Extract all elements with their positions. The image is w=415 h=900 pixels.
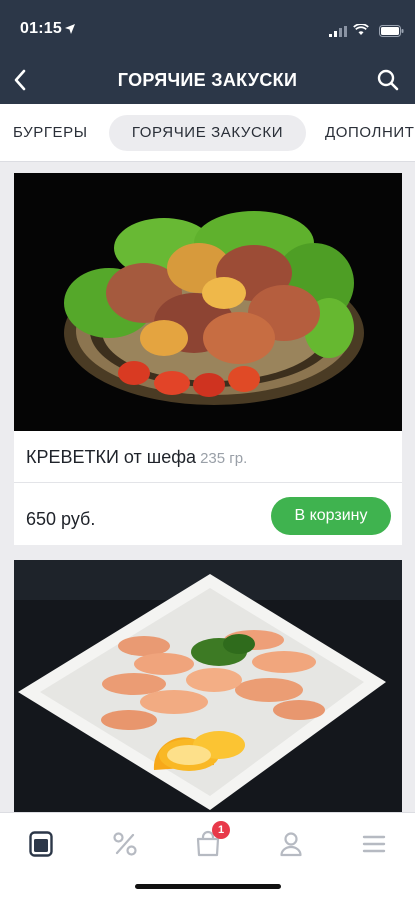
bacon-wrapped-shrimp-photo[interactable] <box>14 173 402 431</box>
profile-icon <box>280 832 302 857</box>
cart-count-badge: 1 <box>212 821 230 839</box>
tab-hot-appetizers[interactable]: ГОРЯЧИЕ ЗАКУСКИ <box>109 115 306 151</box>
status-bar: 01:15 <box>0 0 415 56</box>
percent-icon <box>113 832 137 856</box>
product-name-row: КРЕВЕТКИ от шефа 235 гр. <box>14 431 402 483</box>
search-button[interactable] <box>374 66 402 94</box>
product-card: КРЕВЕТКИ от шефа 235 гр. 650 руб. В корзи… <box>14 173 402 545</box>
category-tabs: БУРГЕРЫ ГОРЯЧИЕ ЗАКУСКИ ДОПОЛНИТ <box>0 104 415 162</box>
product-price: 650 руб. <box>26 509 96 529</box>
home-indicator <box>135 884 281 889</box>
search-icon <box>377 69 399 91</box>
product-title: КРЕВЕТКИ от шефа <box>26 447 197 467</box>
product-weight: 235 гр. <box>200 450 248 467</box>
nav-menu[interactable] <box>24 827 58 861</box>
battery-icon <box>379 24 404 42</box>
boiled-shrimp-plate-photo[interactable] <box>14 560 402 820</box>
product-name: КРЕВЕТКИ от шефа 235 гр. <box>26 447 247 468</box>
nav-cart[interactable]: 1 <box>191 821 230 861</box>
location-arrow-icon <box>64 22 76 40</box>
add-to-cart-button[interactable]: В корзину <box>271 497 391 535</box>
product-card <box>14 560 402 820</box>
app-header: ГОРЯЧИЕ ЗАКУСКИ <box>0 56 415 104</box>
menu-book-icon <box>29 831 53 857</box>
wifi-icon <box>353 23 369 41</box>
nav-promotions[interactable] <box>108 827 142 861</box>
hamburger-icon <box>362 835 386 853</box>
status-time: 01:15 <box>20 20 62 37</box>
tab-extras[interactable]: ДОПОЛНИТ <box>325 115 415 151</box>
nav-more[interactable] <box>357 827 391 861</box>
nav-profile[interactable] <box>274 827 308 861</box>
page-title: ГОРЯЧИЕ ЗАКУСКИ <box>117 70 298 90</box>
cellular-signal-icon <box>329 24 347 42</box>
tab-burgers[interactable]: БУРГЕРЫ <box>13 115 88 151</box>
